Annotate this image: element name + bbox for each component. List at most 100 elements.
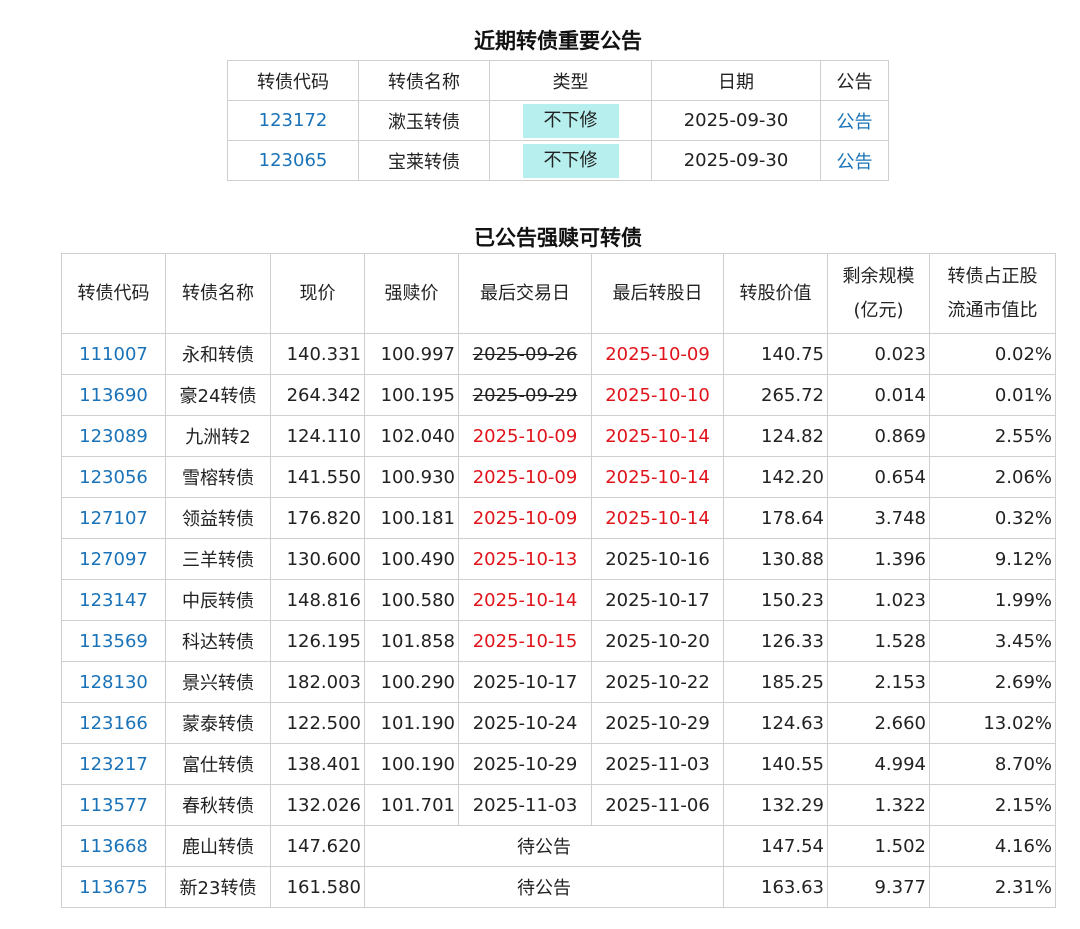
last-convert-date: 2025-10-16 xyxy=(591,538,724,580)
notice-link[interactable]: 公告 xyxy=(820,140,889,181)
header-last-trade: 最后交易日 xyxy=(458,253,592,334)
last-trade-date: 2025-09-29 xyxy=(458,374,592,416)
last-convert-date: 2025-10-17 xyxy=(591,579,724,621)
last-convert-date: 2025-10-22 xyxy=(591,661,724,703)
header-date: 日期 xyxy=(651,60,821,101)
ratio-cell: 2.69% xyxy=(929,661,1056,703)
last-convert-date: 2025-10-09 xyxy=(591,333,724,375)
remaining-cell: 1.502 xyxy=(827,825,930,867)
header-convert-value: 转股价值 xyxy=(723,253,828,334)
date-cell: 2025-09-30 xyxy=(651,140,821,181)
bond-code-link[interactable]: 123147 xyxy=(61,579,166,621)
bond-code-link[interactable]: 113675 xyxy=(61,866,166,908)
table-row: 123166 蒙泰转债 122.500 101.190 2025-10-24 2025-1… xyxy=(61,702,1056,744)
table-row: 113569 科达转债 126.195 101.858 2025-10-15 2025-1… xyxy=(61,620,1056,662)
header-name: 转债名称 xyxy=(358,60,490,101)
bond-code-link[interactable]: 113577 xyxy=(61,784,166,826)
remaining-cell: 3.748 xyxy=(827,497,930,539)
redeem-price-cell: 102.040 xyxy=(364,415,459,457)
ratio-cell: 2.06% xyxy=(929,456,1056,498)
price-cell: 148.816 xyxy=(270,579,365,621)
last-convert-date: 2025-10-14 xyxy=(591,456,724,498)
header-code: 转债代码 xyxy=(227,60,359,101)
last-convert-date: 2025-10-14 xyxy=(591,415,724,457)
last-trade-date: 2025-10-29 xyxy=(458,743,592,785)
bond-code-link[interactable]: 128130 xyxy=(61,661,166,703)
table-row: 127097 三羊转债 130.600 100.490 2025-10-13 2025-1… xyxy=(61,538,1056,580)
remaining-cell: 1.023 xyxy=(827,579,930,621)
ratio-cell: 3.45% xyxy=(929,620,1056,662)
bond-code-link[interactable]: 123065 xyxy=(227,140,359,181)
table-row: 123065 宝莱转债 不下修 2025-09-30 公告 xyxy=(227,140,889,181)
bond-code-link[interactable]: 111007 xyxy=(61,333,166,375)
last-trade-date: 2025-10-14 xyxy=(458,579,592,621)
bond-code-link[interactable]: 113690 xyxy=(61,374,166,416)
price-cell: 264.342 xyxy=(270,374,365,416)
price-cell: 132.026 xyxy=(270,784,365,826)
ratio-cell: 2.31% xyxy=(929,866,1056,908)
type-badge: 不下修 xyxy=(522,143,619,178)
price-cell: 140.331 xyxy=(270,333,365,375)
convert-value-cell: 142.20 xyxy=(723,456,828,498)
convert-value-cell: 124.82 xyxy=(723,415,828,457)
bond-code-link[interactable]: 123217 xyxy=(61,743,166,785)
bond-code-link[interactable]: 123166 xyxy=(61,702,166,744)
notice-link[interactable]: 公告 xyxy=(820,100,889,141)
bond-code-link[interactable]: 123056 xyxy=(61,456,166,498)
remaining-cell: 2.660 xyxy=(827,702,930,744)
header-type: 类型 xyxy=(489,60,652,101)
price-cell: 126.195 xyxy=(270,620,365,662)
bond-code-link[interactable]: 113668 xyxy=(61,825,166,867)
remaining-cell: 9.377 xyxy=(827,866,930,908)
bond-code-link[interactable]: 123172 xyxy=(227,100,359,141)
bond-code-link[interactable]: 123089 xyxy=(61,415,166,457)
price-cell: 130.600 xyxy=(270,538,365,580)
header-remaining: 剩余规模 (亿元) xyxy=(827,253,930,334)
recent-header-row: 转债代码 转债名称 类型 日期 公告 xyxy=(227,60,889,101)
bond-code-link[interactable]: 113569 xyxy=(61,620,166,662)
convert-value-cell: 265.72 xyxy=(723,374,828,416)
type-cell: 不下修 xyxy=(489,140,652,181)
bond-code-link[interactable]: 127097 xyxy=(61,538,166,580)
convert-value-cell: 147.54 xyxy=(723,825,828,867)
price-cell: 161.580 xyxy=(270,866,365,908)
header-last-convert: 最后转股日 xyxy=(591,253,724,334)
price-cell: 176.820 xyxy=(270,497,365,539)
redeem-table-body: 111007 永和转债 140.331 100.997 2025-09-26 2025-1… xyxy=(61,333,1056,908)
header-name: 转债名称 xyxy=(165,253,271,334)
redeem-price-cell: 100.490 xyxy=(364,538,459,580)
bond-name: 漱玉转债 xyxy=(358,100,490,141)
last-trade-date: 2025-10-13 xyxy=(458,538,592,580)
redeem-header-row: 转债代码 转债名称 现价 强赎价 最后交易日 最后转股日 转股价值 剩余规模 (亿… xyxy=(61,253,1056,334)
redeem-price-cell: 100.580 xyxy=(364,579,459,621)
remaining-cell: 1.322 xyxy=(827,784,930,826)
ratio-cell: 4.16% xyxy=(929,825,1056,867)
redeem-price-cell: 100.190 xyxy=(364,743,459,785)
pending-status: 待公告 xyxy=(364,825,724,867)
header-ratio-line2: 流通市值比 xyxy=(947,299,1038,321)
last-convert-date: 2025-10-29 xyxy=(591,702,724,744)
bond-name: 景兴转债 xyxy=(165,661,271,703)
ratio-cell: 0.01% xyxy=(929,374,1056,416)
bond-name: 中辰转债 xyxy=(165,579,271,621)
type-cell: 不下修 xyxy=(489,100,652,141)
header-price: 现价 xyxy=(270,253,365,334)
bond-name: 九洲转2 xyxy=(165,415,271,457)
table-row: 113668 鹿山转债 147.620 待公告 147.54 1.502 4.16% xyxy=(61,825,1056,867)
pending-status: 待公告 xyxy=(364,866,724,908)
bond-name: 蒙泰转债 xyxy=(165,702,271,744)
bond-code-link[interactable]: 127107 xyxy=(61,497,166,539)
type-badge: 不下修 xyxy=(522,103,619,138)
last-convert-date: 2025-11-03 xyxy=(591,743,724,785)
ratio-cell: 1.99% xyxy=(929,579,1056,621)
redeem-price-cell: 101.190 xyxy=(364,702,459,744)
ratio-cell: 0.32% xyxy=(929,497,1056,539)
table-row: 113577 春秋转债 132.026 101.701 2025-11-03 2025-1… xyxy=(61,784,1056,826)
header-notice: 公告 xyxy=(820,60,889,101)
bond-name: 春秋转债 xyxy=(165,784,271,826)
price-cell: 147.620 xyxy=(270,825,365,867)
redeem-price-cell: 100.290 xyxy=(364,661,459,703)
bond-name: 新23转债 xyxy=(165,866,271,908)
last-trade-date: 2025-10-17 xyxy=(458,661,592,703)
remaining-cell: 2.153 xyxy=(827,661,930,703)
